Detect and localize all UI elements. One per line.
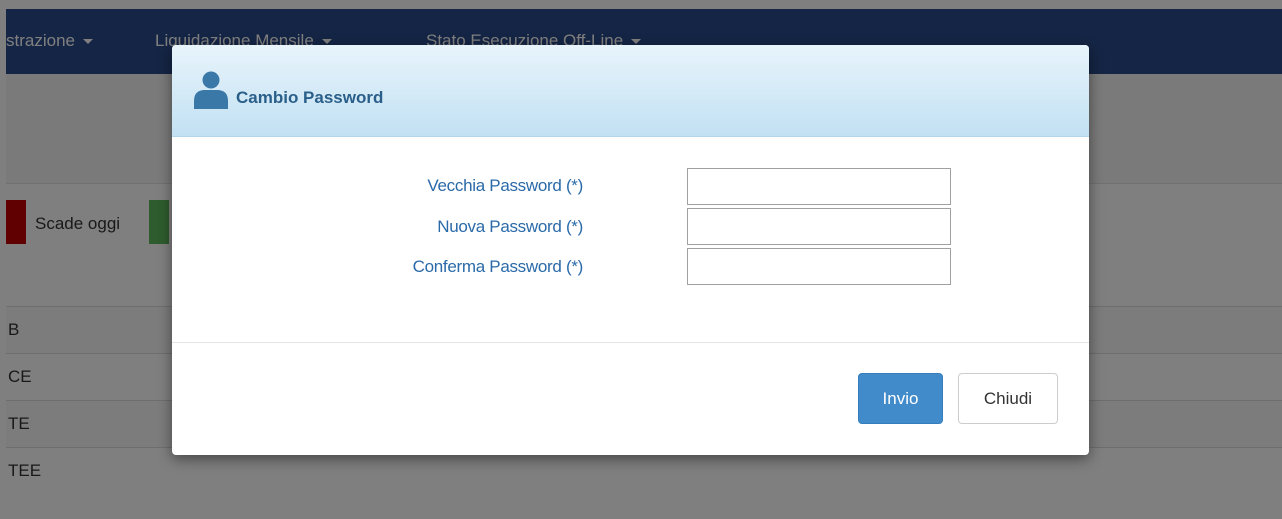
new-password-label: Nuova Password (*) (437, 217, 583, 236)
change-password-dialog: Cambio Password Vecchia Password (*) Nuo… (172, 45, 1089, 455)
modal-title: Cambio Password (236, 88, 384, 107)
confirm-password-input[interactable] (687, 248, 951, 285)
old-password-input[interactable] (687, 168, 951, 205)
close-button[interactable]: Chiudi (958, 373, 1058, 424)
user-icon (194, 71, 228, 109)
confirm-password-label: Conferma Password (*) (412, 257, 584, 276)
modal-header: Cambio Password (172, 45, 1089, 137)
modal-footer-divider (172, 342, 1089, 343)
screen: strazione Liquidazione Mensile Stato Ese… (0, 0, 1282, 519)
submit-button[interactable]: Invio (858, 373, 943, 424)
new-password-input[interactable] (687, 208, 951, 245)
old-password-label: Vecchia Password (*) (427, 176, 583, 195)
